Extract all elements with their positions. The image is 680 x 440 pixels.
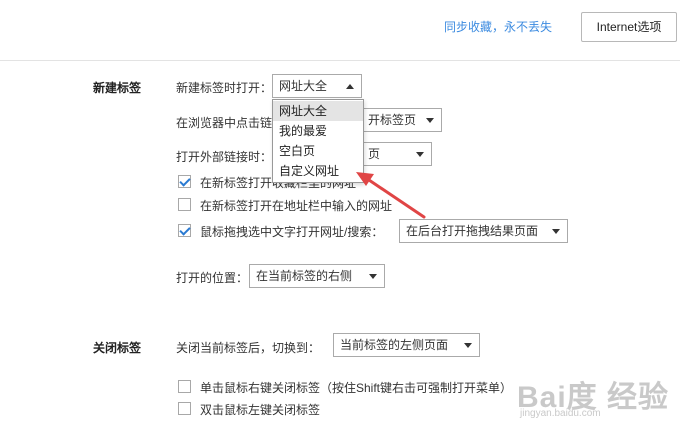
- baidu-watermark-url: jingyan.baidu.com: [520, 408, 601, 419]
